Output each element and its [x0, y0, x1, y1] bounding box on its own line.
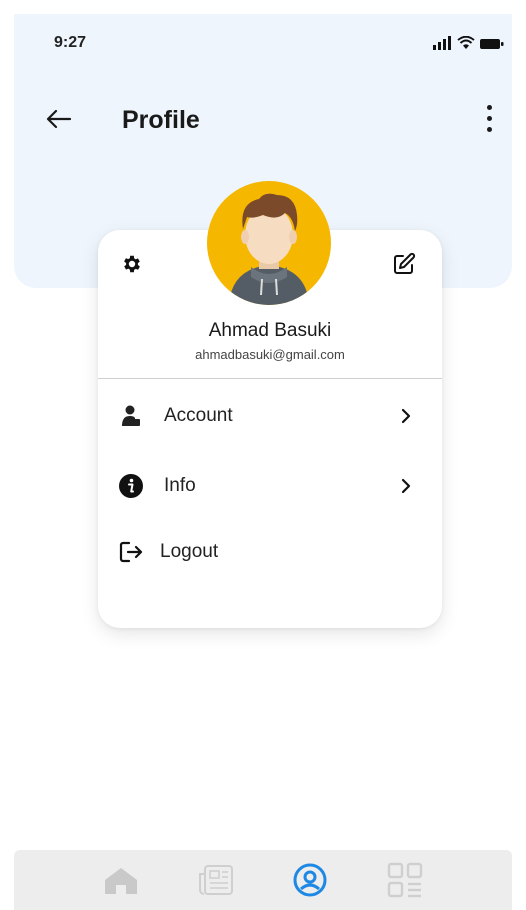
battery-icon: [480, 39, 504, 49]
menu-item-logout[interactable]: Logout: [98, 528, 442, 576]
edit-profile-button[interactable]: [388, 248, 420, 280]
bottom-navigation: [14, 850, 512, 910]
info-icon: [118, 473, 144, 499]
app-bar: Profile: [0, 90, 526, 150]
status-icons: [432, 36, 504, 50]
settings-button[interactable]: [116, 248, 148, 280]
status-time: 9:27: [54, 34, 87, 51]
user-email: ahmadbasuki@gmail.com: [195, 347, 345, 362]
menu-item-info[interactable]: Info: [98, 462, 442, 510]
page-title: Profile: [122, 106, 200, 134]
menu-item-label: Info: [164, 475, 196, 496]
arrow-left-icon: [46, 109, 72, 129]
nav-profile[interactable]: [285, 855, 335, 905]
signal-icon: [433, 36, 451, 50]
profile-icon: [293, 863, 327, 897]
home-icon: [105, 868, 138, 894]
menu-item-label: Logout: [160, 541, 219, 562]
more-dot-icon: [486, 104, 492, 110]
chevron-right-icon: [398, 408, 414, 424]
gear-icon: [124, 255, 140, 273]
wifi-icon: [457, 36, 475, 49]
more-dot-icon: [486, 126, 492, 132]
chevron-right-icon: [398, 478, 414, 494]
more-options-button[interactable]: [478, 98, 500, 138]
status-bar: 9:27: [0, 0, 526, 60]
nav-grid[interactable]: [380, 855, 430, 905]
user-icon: [118, 403, 144, 429]
news-icon: [198, 865, 233, 895]
menu-item-label: Account: [164, 405, 233, 426]
nav-news[interactable]: [191, 855, 241, 905]
divider: [98, 378, 442, 379]
back-button[interactable]: [40, 100, 78, 138]
avatar-illustration: [229, 193, 309, 305]
edit-icon: [394, 252, 416, 274]
logout-icon: [118, 539, 144, 565]
avatar[interactable]: [207, 181, 331, 305]
nav-home[interactable]: [96, 855, 146, 905]
more-dot-icon: [486, 115, 492, 121]
user-name: Ahmad Basuki: [208, 320, 332, 341]
menu-item-account[interactable]: Account: [98, 392, 442, 440]
grid-icon: [387, 862, 422, 898]
